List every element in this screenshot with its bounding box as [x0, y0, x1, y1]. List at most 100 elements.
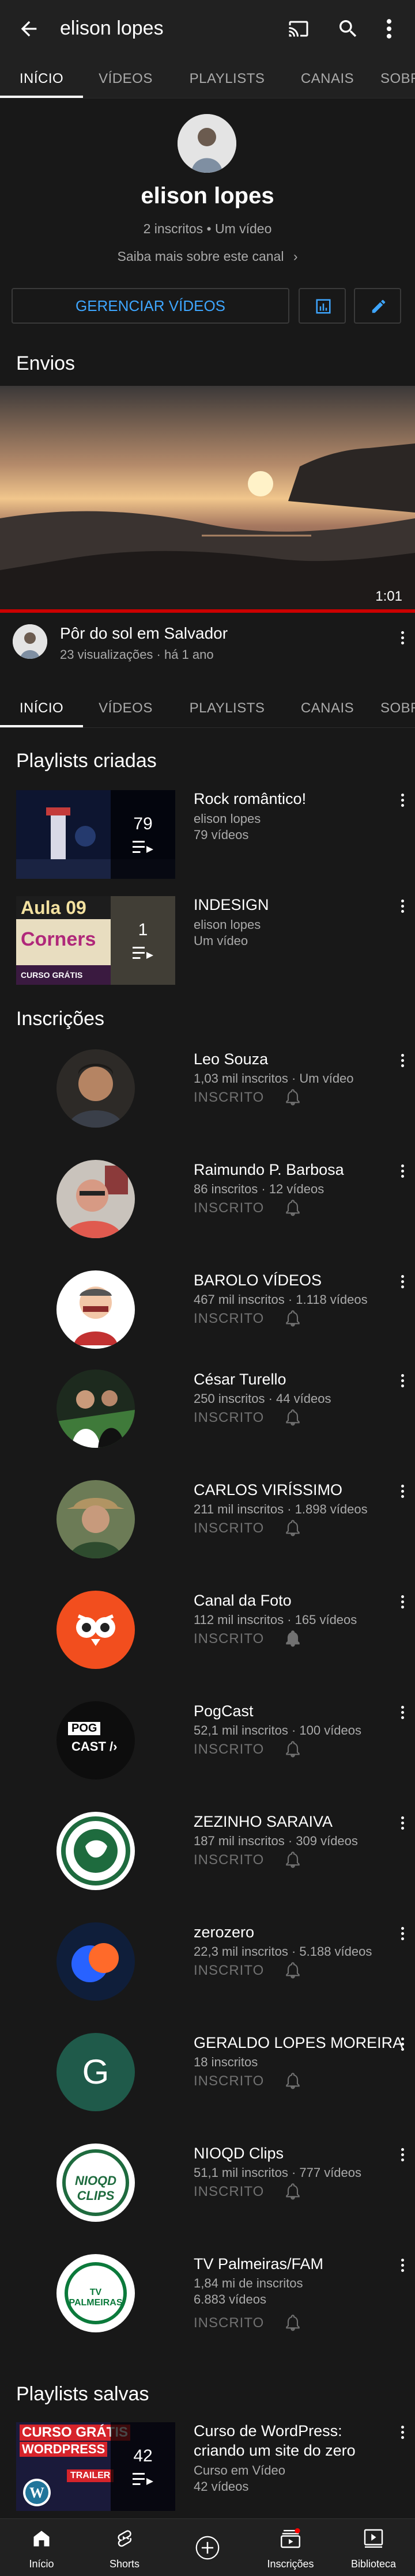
subscription-avatar[interactable]	[56, 1160, 135, 1238]
subscription-channel-name[interactable]: TV Palmeiras/FAM	[194, 2255, 323, 2273]
subscription-more-icon[interactable]	[399, 1925, 405, 1945]
nav-shorts[interactable]: Shorts	[83, 2519, 166, 2576]
subscribed-button[interactable]: INSCRITO	[194, 1852, 264, 1868]
subscription-channel-name[interactable]: César Turello	[194, 1371, 286, 1388]
bell-icon[interactable]	[284, 2071, 302, 2091]
subscription-avatar[interactable]	[56, 1480, 135, 1558]
playlist-more-icon[interactable]	[399, 2423, 405, 2444]
bell-icon[interactable]	[284, 1739, 302, 1759]
subscription-channel-name[interactable]: GERALDO LOPES MOREIRA	[194, 2034, 403, 2052]
video-thumbnail[interactable]	[0, 386, 415, 612]
playlist-thumbnail[interactable]: CURSO GRÁTIS WORDPRESS TRAILER W 42	[16, 2422, 175, 2511]
tab-playlists[interactable]: PLAYLISTS	[168, 59, 286, 98]
more-vert-icon[interactable]	[380, 16, 398, 41]
wordpress-logo-icon: W	[23, 2479, 51, 2506]
playlist-title[interactable]: INDESIGN	[194, 896, 269, 914]
bell-icon[interactable]	[284, 1518, 302, 1538]
subscription-more-icon[interactable]	[399, 1052, 405, 1072]
subscription-avatar[interactable]	[56, 1922, 135, 2001]
nav-home[interactable]: Início	[0, 2519, 83, 2576]
nav-subscriptions[interactable]: Inscrições	[249, 2519, 332, 2576]
subscribed-button[interactable]: INSCRITO	[194, 1963, 264, 1979]
subscription-more-icon[interactable]	[399, 1482, 405, 1503]
channel-tabs: INÍCIO VÍDEOS PLAYLISTS CANAIS SOBRE	[0, 59, 415, 98]
playlist-title[interactable]: Curso de WordPress:	[194, 2422, 342, 2440]
subscription-channel-name[interactable]: CARLOS VIRÍSSIMO	[194, 1481, 342, 1499]
subscription-more-icon[interactable]	[399, 1814, 405, 1835]
subscription-more-icon[interactable]	[399, 1162, 405, 1183]
subscription-more-icon[interactable]	[399, 1372, 405, 1393]
nav-library[interactable]: Biblioteca	[332, 2519, 415, 2576]
subscription-avatar[interactable]	[56, 1369, 135, 1448]
subscription-avatar[interactable]	[56, 1591, 135, 1669]
search-icon[interactable]	[337, 17, 360, 40]
subscribed-button[interactable]: INSCRITO	[194, 1311, 264, 1327]
bell-icon[interactable]	[284, 1407, 302, 1427]
bell-icon[interactable]	[284, 1198, 302, 1217]
subscription-more-icon[interactable]	[399, 2146, 405, 2167]
about-channel-link[interactable]: Saiba mais sobre este canal ›	[0, 249, 415, 264]
tab-inicio[interactable]: INÍCIO	[0, 59, 83, 98]
subscription-avatar[interactable]: NIOQD CLIPS	[56, 2143, 135, 2222]
subscribed-button[interactable]: INSCRITO	[194, 2184, 264, 2200]
tab-videos-secondary[interactable]: VÍDEOS	[83, 689, 168, 727]
tab-canais-secondary[interactable]: CANAIS	[286, 689, 369, 727]
subscription-channel-name[interactable]: zerozero	[194, 1924, 254, 1941]
subscription-channel-name[interactable]: Canal da Foto	[194, 1592, 292, 1610]
subscription-more-icon[interactable]	[399, 1704, 405, 1724]
tab-playlists-secondary[interactable]: PLAYLISTS	[168, 689, 286, 727]
subscription-avatar[interactable]: TV PALMEIRAS	[56, 2254, 135, 2332]
tab-inicio-secondary[interactable]: INÍCIO	[0, 689, 83, 727]
playlist-thumbnail[interactable]: Aula 09 Corners CURSO GRÁTIS 1	[16, 896, 175, 985]
video-more-icon[interactable]	[399, 629, 405, 650]
analytics-button[interactable]	[299, 288, 346, 324]
subscription-channel-name[interactable]: BAROLO VÍDEOS	[194, 1272, 322, 1289]
tab-sobre[interactable]: SOBRE	[380, 59, 415, 98]
playlist-title-line2[interactable]: criando um site do zero	[194, 2442, 356, 2460]
nav-create[interactable]	[166, 2519, 249, 2576]
subscribed-button[interactable]: INSCRITO	[194, 1410, 264, 1426]
subscription-channel-name[interactable]: NIOQD Clips	[194, 2145, 284, 2163]
subscribed-button[interactable]: INSCRITO	[194, 1742, 264, 1758]
subscription-avatar[interactable]: G	[56, 2033, 135, 2111]
subscribed-button[interactable]: INSCRITO	[194, 1090, 264, 1106]
subscription-more-icon[interactable]	[399, 2035, 405, 2056]
subscription-avatar[interactable]	[56, 1812, 135, 1890]
cast-icon[interactable]	[287, 18, 310, 39]
edit-channel-button[interactable]	[354, 288, 401, 324]
playlist-title[interactable]: Rock romântico!	[194, 790, 306, 808]
channel-avatar[interactable]	[178, 114, 236, 173]
tab-canais[interactable]: CANAIS	[286, 59, 369, 98]
subscription-more-icon[interactable]	[399, 1273, 405, 1293]
subscription-channel-name[interactable]: PogCast	[194, 1702, 254, 1720]
subscription-avatar[interactable]	[56, 1270, 135, 1349]
playlist-thumbnail[interactable]: 79	[16, 790, 175, 879]
subscription-more-icon[interactable]	[399, 2256, 405, 2277]
bell-icon[interactable]	[284, 2182, 302, 2201]
subscription-channel-name[interactable]: ZEZINHO SARAIVA	[194, 1813, 333, 1831]
tab-videos[interactable]: VÍDEOS	[83, 59, 168, 98]
subscription-avatar[interactable]	[56, 1049, 135, 1128]
bell-icon[interactable]	[284, 1850, 302, 1869]
bell-icon[interactable]	[284, 1308, 302, 1328]
subscribed-button[interactable]: INSCRITO	[194, 2073, 264, 2089]
playlist-more-icon[interactable]	[399, 897, 405, 918]
arrow-back-icon[interactable]	[17, 17, 40, 40]
subscribed-button[interactable]: INSCRITO	[194, 1520, 264, 1537]
manage-videos-button[interactable]: GERENCIAR VÍDEOS	[12, 288, 289, 324]
tab-sobre-secondary[interactable]: SOBRE	[380, 689, 415, 727]
subscribed-button[interactable]: INSCRITO	[194, 1200, 264, 1216]
subscription-more-icon[interactable]	[399, 1593, 405, 1614]
bell-icon[interactable]	[284, 1087, 302, 1107]
subscription-channel-name[interactable]: Leo Souza	[194, 1050, 268, 1068]
playlist-more-icon[interactable]	[399, 791, 405, 812]
subscription-channel-name[interactable]: Raimundo P. Barbosa	[194, 1161, 344, 1179]
bell-ring-icon[interactable]	[284, 1629, 302, 1648]
subscribed-button[interactable]: INSCRITO	[194, 2315, 264, 2331]
subscribed-button[interactable]: INSCRITO	[194, 1631, 264, 1647]
bell-icon[interactable]	[284, 1960, 302, 1980]
bell-icon[interactable]	[284, 2313, 302, 2332]
video-channel-avatar[interactable]	[13, 624, 47, 659]
subscription-avatar[interactable]: POG CAST /›	[56, 1701, 135, 1780]
video-title[interactable]: Pôr do sol em Salvador	[60, 624, 228, 643]
